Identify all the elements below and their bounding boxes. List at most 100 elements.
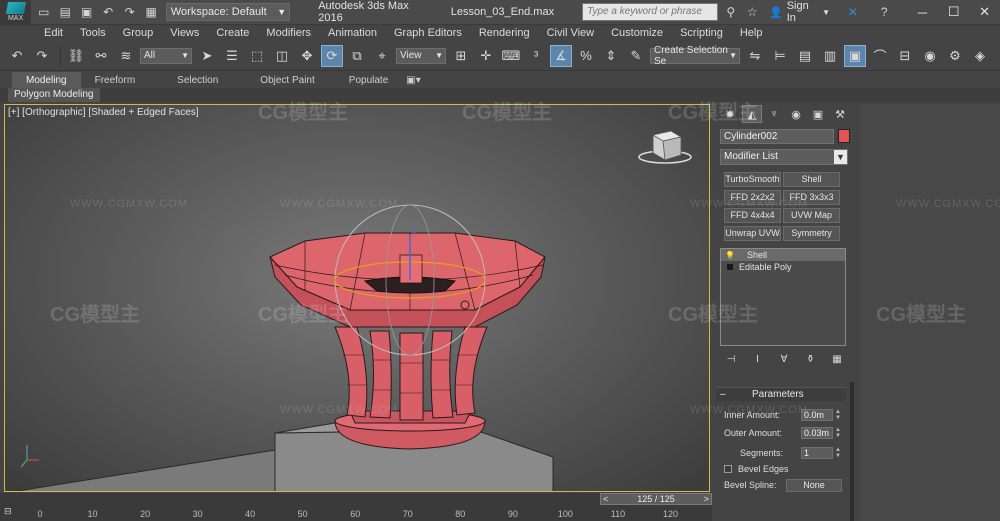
viewport-label[interactable]: [+] [Orthographic] [Shaded + Edged Faces… (8, 107, 199, 118)
ffd-4x4x4-button[interactable]: FFD 4x4x4 (724, 208, 781, 223)
keyboard-shortcut-icon[interactable]: ⌨ (500, 45, 522, 67)
ffd-2x2x2-button[interactable]: FFD 2x2x2 (724, 190, 781, 205)
redo-icon[interactable]: ↷ (121, 3, 138, 21)
snaps-toggle-icon[interactable]: ³ (525, 45, 547, 67)
render-icon[interactable]: ◈ (969, 45, 991, 67)
hierarchy-tab-icon[interactable]: ♆ (764, 105, 784, 123)
binoculars-icon[interactable]: ⚲ (722, 3, 739, 21)
tab-object-paint[interactable]: Object Paint (246, 72, 328, 88)
command-panel-scrollbar[interactable] (850, 382, 854, 521)
align-icon[interactable]: ⊨ (769, 45, 791, 67)
spinner-icon[interactable]: ▲ ▼ (834, 427, 842, 439)
new-file-icon[interactable]: ▭ (35, 3, 52, 21)
create-tab-icon[interactable]: ✸ (720, 105, 740, 123)
select-move-icon[interactable]: ✥ (296, 45, 318, 67)
uvw-map-button[interactable]: UVW Map (783, 208, 840, 223)
rectangular-selection-icon[interactable]: ⬚ (246, 45, 268, 67)
bevel-spline-button[interactable]: None (786, 478, 842, 492)
bevel-edges-checkbox[interactable] (724, 465, 732, 473)
stack-item-editable-poly[interactable]: Editable Poly (721, 261, 845, 273)
star-icon[interactable]: ☆ (744, 3, 761, 21)
close-button[interactable]: ✕ (969, 4, 1000, 20)
modify-tab-icon[interactable]: ◭ (742, 105, 762, 123)
object-color-swatch[interactable] (838, 129, 850, 143)
shell-button[interactable]: Shell (783, 172, 840, 187)
turbosmooth-button[interactable]: TurboSmooth (724, 172, 781, 187)
menu-civil-view[interactable]: Civil View (547, 27, 594, 39)
menu-edit[interactable]: Edit (44, 27, 63, 39)
undo-icon[interactable]: ↶ (6, 45, 28, 67)
configure-modifier-sets-icon[interactable]: ▦ (830, 352, 844, 366)
search-input[interactable]: Type a keyword or phrase (582, 3, 719, 21)
tab-selection[interactable]: Selection (163, 72, 232, 88)
save-file-icon[interactable]: ▣ (78, 3, 95, 21)
polygon-modeling-panel[interactable]: Polygon Modeling (8, 88, 100, 102)
inner-amount-field[interactable]: 0.0m (801, 409, 833, 421)
window-crossing-icon[interactable]: ◫ (271, 45, 293, 67)
curve-editor-icon[interactable]: ⌒ (869, 45, 891, 67)
app-logo[interactable]: MAX (0, 0, 32, 25)
motion-tab-icon[interactable]: ◉ (786, 105, 806, 123)
lightbulb-icon[interactable]: 💡 (725, 251, 737, 260)
unlink-icon[interactable]: ⚯ (90, 45, 112, 67)
ribbon-options-icon[interactable]: ▣▾ (402, 72, 424, 88)
workspace-dropdown[interactable]: Workspace: Default ▼ (165, 3, 291, 21)
bind-space-warp-icon[interactable]: ≋ (115, 45, 137, 67)
render-setup-icon[interactable]: ⚙ (944, 45, 966, 67)
select-scale-icon[interactable]: ⧉ (346, 45, 368, 67)
project-folder-icon[interactable]: ▦ (142, 3, 159, 21)
place-icon[interactable]: ⌖ (371, 45, 393, 67)
help-icon[interactable]: ? (875, 3, 892, 21)
scene-explorer-icon[interactable]: ▤ (794, 45, 816, 67)
ffd-3x3x3-button[interactable]: FFD 3x3x3 (783, 190, 840, 205)
menu-group[interactable]: Group (123, 27, 154, 39)
spinner-icon[interactable]: ▲ ▼ (834, 447, 842, 459)
select-by-name-icon[interactable]: ☰ (221, 45, 243, 67)
menu-views[interactable]: Views (170, 27, 199, 39)
open-file-icon[interactable]: ▤ (57, 3, 74, 21)
angle-snap-icon[interactable]: ∡ (550, 44, 572, 67)
menu-customize[interactable]: Customize (611, 27, 663, 39)
pin-stack-icon[interactable]: ⊣ (724, 352, 738, 366)
reference-coordinate-dropdown[interactable]: View ▼ (396, 47, 446, 64)
material-editor-icon[interactable]: ◉ (919, 45, 941, 67)
show-end-result-icon[interactable]: Ⅰ (751, 352, 765, 366)
edit-named-selection-icon[interactable]: ✎ (625, 45, 647, 67)
menu-help[interactable]: Help (740, 27, 763, 39)
selection-filter-dropdown[interactable]: All ▼ (140, 47, 192, 64)
minimize-button[interactable]: ─ (907, 5, 938, 20)
track-bar[interactable]: 0 10 20 30 40 50 60 70 80 90 100 110 120 (37, 506, 712, 521)
menu-tools[interactable]: Tools (80, 27, 106, 39)
select-object-icon[interactable]: ➤ (196, 45, 218, 67)
select-manipulate-icon[interactable]: ✛ (475, 45, 497, 67)
next-frame-icon[interactable]: > (704, 494, 709, 504)
ribbon-toggle-icon[interactable]: ▣ (844, 44, 866, 67)
segments-field[interactable]: 1 (801, 447, 833, 459)
tab-modeling[interactable]: Modeling (12, 72, 81, 88)
pivot-center-icon[interactable]: ⊞ (450, 45, 472, 67)
redo-icon[interactable]: ↷ (31, 45, 53, 67)
menu-graph-editors[interactable]: Graph Editors (394, 27, 462, 39)
time-slider[interactable]: < 125 / 125 > (600, 493, 712, 505)
outer-amount-field[interactable]: 0.03m (801, 427, 833, 439)
stack-item-shell[interactable]: 💡 Shell (721, 249, 845, 261)
viewport-orthographic[interactable]: z [+] [Orthographic] [Shaded + Edged Fac… (4, 104, 710, 492)
menu-modifiers[interactable]: Modifiers (266, 27, 311, 39)
layer-explorer-icon[interactable]: ▥ (819, 45, 841, 67)
mirror-icon[interactable]: ⇋ (744, 45, 766, 67)
select-rotate-icon[interactable]: ⟳ (321, 44, 343, 67)
remove-modifier-icon[interactable]: ⚱ (804, 352, 818, 366)
modifier-list-dropdown[interactable]: Modifier List ▼ (720, 149, 848, 165)
display-tab-icon[interactable]: ▣ (808, 105, 828, 123)
symmetry-button[interactable]: Symmetry (783, 226, 840, 241)
tab-freeform[interactable]: Freeform (81, 72, 150, 88)
spinner-snap-icon[interactable]: ⇕ (600, 45, 622, 67)
parameters-rollout-header[interactable]: – Parameters (716, 387, 846, 401)
link-icon[interactable]: ⛓ (65, 45, 87, 67)
make-unique-icon[interactable]: ∀ (777, 352, 791, 366)
menu-animation[interactable]: Animation (328, 27, 377, 39)
spinner-icon[interactable]: ▲ ▼ (834, 409, 842, 421)
schematic-view-icon[interactable]: ⊟ (894, 45, 916, 67)
menu-create[interactable]: Create (216, 27, 249, 39)
undo-icon[interactable]: ↶ (99, 3, 116, 21)
